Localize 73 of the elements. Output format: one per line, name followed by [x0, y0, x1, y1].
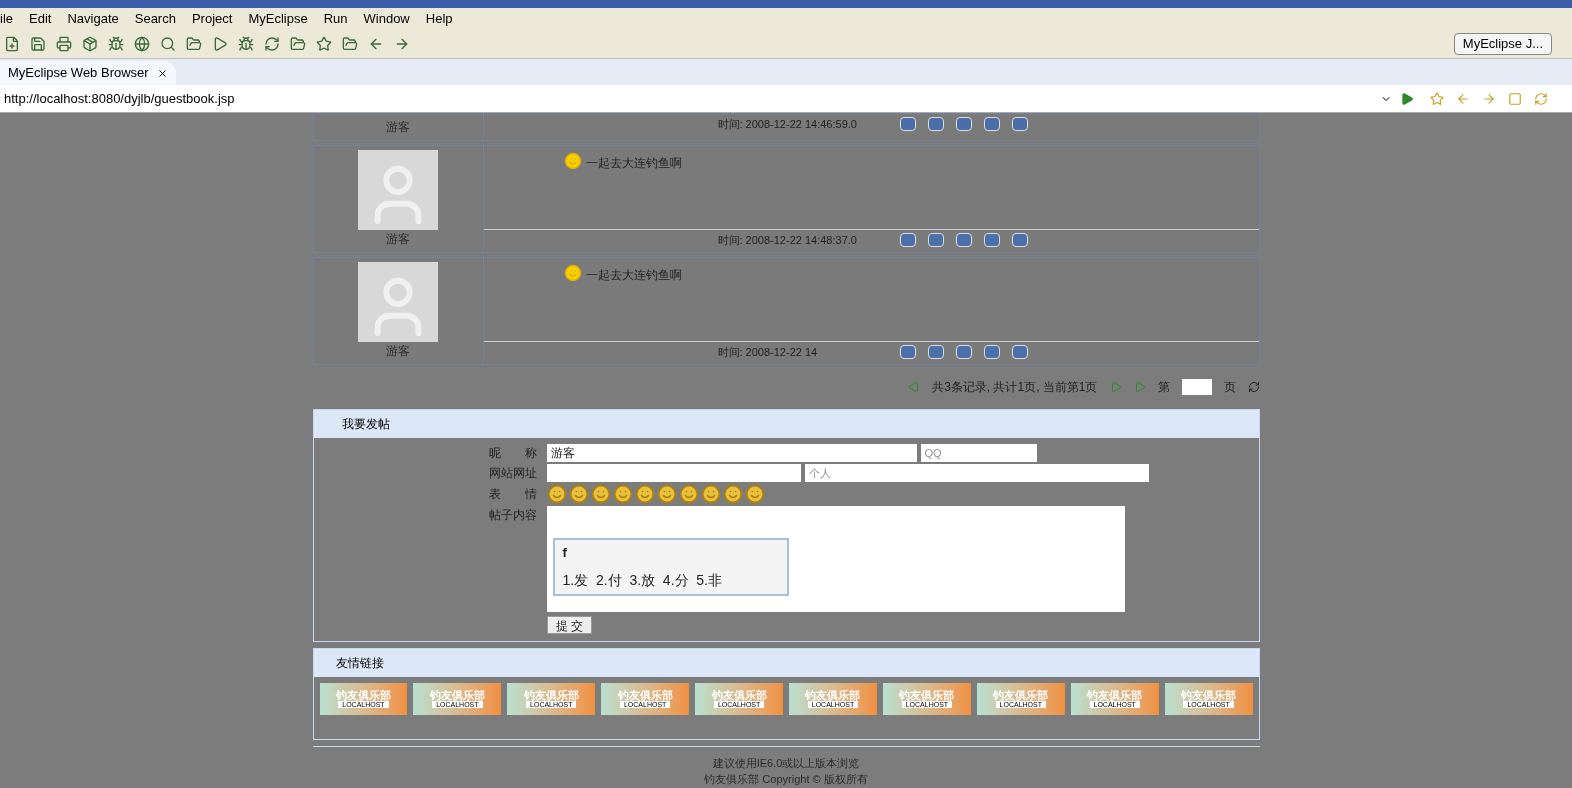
qq-field[interactable]: QQ: [920, 444, 1037, 462]
field-label: 表 情: [488, 486, 538, 503]
footer-text: 建议使用IE6.0或以上版本浏览: [712, 756, 860, 771]
emotion-icon[interactable]: [656, 484, 677, 504]
emotion-icon[interactable]: [744, 484, 765, 504]
panel-title: 友情链接: [335, 655, 384, 672]
author-name: 游客: [386, 119, 410, 136]
field-label: 网站网址: [488, 465, 538, 482]
forward-icon[interactable]: [1482, 91, 1496, 106]
toolbar-icon[interactable]: [342, 36, 358, 53]
refresh-icon[interactable]: [1534, 91, 1548, 106]
toolbar-icon[interactable]: [316, 36, 332, 53]
toolbar-icon[interactable]: [56, 36, 72, 53]
editor-tab[interactable]: MyEclipse Web Browser: [0, 61, 176, 86]
emotion-icon[interactable]: [590, 484, 611, 504]
content-textarea[interactable]: f 1.发 2.付 3.放 4.分 5.非: [546, 506, 1125, 612]
menu-item[interactable]: Navigate: [67, 9, 119, 29]
toolbar-icon[interactable]: [4, 36, 20, 53]
close-icon[interactable]: [156, 67, 168, 79]
smiley-icon: [563, 152, 582, 170]
menu-item[interactable]: MyEclipse: [248, 9, 308, 29]
toolbar-icon[interactable]: [82, 36, 98, 53]
ime-candidates: 1.发 2.付 3.放 4.分 5.非: [562, 570, 723, 590]
menu-item[interactable]: ile: [0, 9, 13, 29]
menu-item[interactable]: Search: [134, 9, 176, 29]
favorite-icon[interactable]: [1430, 91, 1444, 106]
author-name: 游客: [386, 231, 410, 248]
emotion-icon[interactable]: [546, 484, 567, 504]
toolbar-icon[interactable]: [160, 36, 176, 53]
field-label: 帖子内容: [488, 507, 538, 524]
author-name: 游客: [386, 343, 410, 360]
toolbar-icon[interactable]: [238, 36, 254, 53]
toolbar-icon[interactable]: [134, 36, 150, 53]
field-label: 昵 称: [488, 445, 538, 462]
footer-text: 钓友俱乐部 Copyright © 版权所有: [704, 772, 868, 788]
emotion-icon[interactable]: [634, 484, 655, 504]
page-input[interactable]: [1181, 379, 1212, 395]
post-message: 一起去大连钓鱼啊: [585, 155, 682, 172]
ime-typed-text: f: [562, 544, 568, 563]
menu-item[interactable]: Run: [323, 9, 348, 29]
emotion-icon[interactable]: [700, 484, 721, 504]
go-icon[interactable]: [1247, 381, 1260, 393]
back-icon[interactable]: [1456, 91, 1470, 106]
emotion-icon[interactable]: [678, 484, 699, 504]
smiley-icon: [563, 264, 582, 282]
go-icon[interactable]: [1400, 91, 1414, 106]
submit-button[interactable]: 提 交: [546, 616, 592, 634]
emotion-icon[interactable]: [568, 484, 589, 504]
nickname-field[interactable]: 游客: [546, 444, 917, 462]
toolbar-icon[interactable]: [264, 36, 280, 53]
menu-item[interactable]: Project: [191, 9, 233, 29]
emotion-icon[interactable]: [722, 484, 743, 504]
page-label: 第: [1157, 379, 1170, 396]
post-time: 时间: 2008-12-22 14:46:59.0: [717, 116, 858, 132]
menu-item[interactable]: Window: [363, 9, 410, 29]
menu-item[interactable]: Help: [425, 9, 453, 29]
emotion-icon[interactable]: [612, 484, 633, 504]
toolbar-icon[interactable]: [290, 36, 306, 53]
post-message: 一起去大连钓鱼啊: [585, 267, 682, 284]
toolbar-icon[interactable]: [30, 36, 46, 53]
toolbar-icon[interactable]: [186, 36, 202, 53]
post-time: 时间: 2008-12-22 14:48:37.0: [717, 232, 858, 248]
post-time: 时间: 2008-12-22 14: [717, 344, 819, 360]
toolbar-icon[interactable]: [212, 36, 228, 53]
stop-icon[interactable]: [1508, 91, 1522, 106]
page-label: 页: [1223, 379, 1236, 396]
perspective-button[interactable]: MyEclipse J...: [1453, 33, 1552, 56]
toolbar-icon[interactable]: [108, 36, 124, 53]
homepage-field[interactable]: 个人: [804, 464, 1149, 482]
menu-item[interactable]: Edit: [29, 9, 52, 29]
website-field[interactable]: [546, 464, 801, 482]
pager-summary: 共3条记录, 共计1页, 当前第1页: [932, 379, 1098, 396]
panel-title: 我要发帖: [341, 416, 390, 433]
